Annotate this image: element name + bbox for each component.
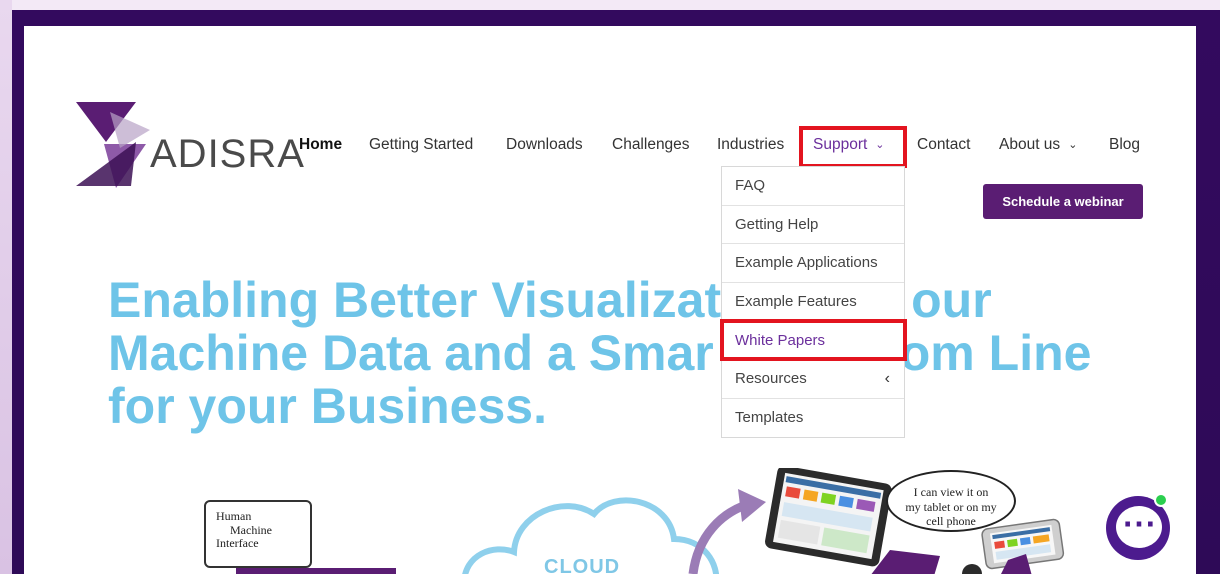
hero-line-3: for your Business. xyxy=(108,378,547,434)
hmi-line: Interface xyxy=(216,536,259,550)
nav-about-us[interactable]: About us ⌄ xyxy=(999,136,1077,154)
hero-line-2-tail: om Line xyxy=(899,325,1092,381)
support-dropdown-menu: FAQ Getting Help Example Applications Ex… xyxy=(721,166,905,439)
menu-item-resources[interactable]: Resources ‹ xyxy=(722,360,904,399)
menu-item-templates[interactable]: Templates xyxy=(722,399,904,438)
nav-blog[interactable]: Blog xyxy=(1109,136,1140,154)
robot-character-icon xyxy=(871,550,1032,574)
chevron-left-icon: ‹ xyxy=(884,369,890,387)
white-papers-highlight-box xyxy=(720,319,907,361)
hmi-device-bar xyxy=(236,568,396,574)
support-highlight-box xyxy=(799,126,907,168)
logo-wordmark[interactable]: ADISRA xyxy=(150,132,305,177)
nav-about-us-label: About us xyxy=(999,136,1061,153)
menu-item-label: Example Features xyxy=(735,293,857,311)
menu-item-faq[interactable]: FAQ xyxy=(722,167,904,206)
chevron-down-icon: ⌄ xyxy=(1068,139,1078,151)
hmi-line: Human xyxy=(216,509,252,523)
nav-home[interactable]: Home xyxy=(299,136,342,154)
hero-line-1-tail: our xyxy=(911,272,992,328)
hero-headline: Enabling Better Visualizat our Machine Da… xyxy=(108,274,1148,433)
menu-item-label: Templates xyxy=(735,409,804,427)
hmi-line: Machine xyxy=(230,522,272,537)
menu-item-example-applications[interactable]: Example Applications xyxy=(722,244,904,283)
website-page: ADISRA Home Getting Started Downloads Ch… xyxy=(24,26,1196,574)
hero-line-1: Enabling Better Visualizat xyxy=(108,272,722,328)
online-status-dot xyxy=(1154,493,1168,507)
hmi-note-card: Human Machine Interface xyxy=(204,500,312,568)
arrow-up-icon xyxy=(688,489,766,574)
nav-challenges[interactable]: Challenges xyxy=(612,136,690,154)
menu-item-label: Resources xyxy=(735,370,807,388)
hero-line-2: Machine Data and a Smar xyxy=(108,325,714,381)
schedule-webinar-button[interactable]: Schedule a webinar xyxy=(983,184,1143,219)
speech-line: I can view it on xyxy=(913,485,989,499)
nav-getting-started[interactable]: Getting Started xyxy=(369,136,473,154)
menu-item-label: Example Applications xyxy=(735,254,878,272)
menu-item-getting-help[interactable]: Getting Help xyxy=(722,206,904,245)
nav-contact[interactable]: Contact xyxy=(917,136,970,154)
nav-downloads[interactable]: Downloads xyxy=(506,136,583,154)
speech-line: my tablet or on my xyxy=(905,499,997,514)
cloud-label: CLOUD xyxy=(544,556,621,574)
nav-industries[interactable]: Industries xyxy=(717,136,784,154)
menu-item-label: Getting Help xyxy=(735,215,819,233)
menu-item-example-features[interactable]: Example Features xyxy=(722,283,904,322)
left-edge-glow xyxy=(0,0,12,574)
menu-item-label: FAQ xyxy=(735,177,766,195)
chat-dots-icon: ⋯ xyxy=(1122,505,1156,543)
